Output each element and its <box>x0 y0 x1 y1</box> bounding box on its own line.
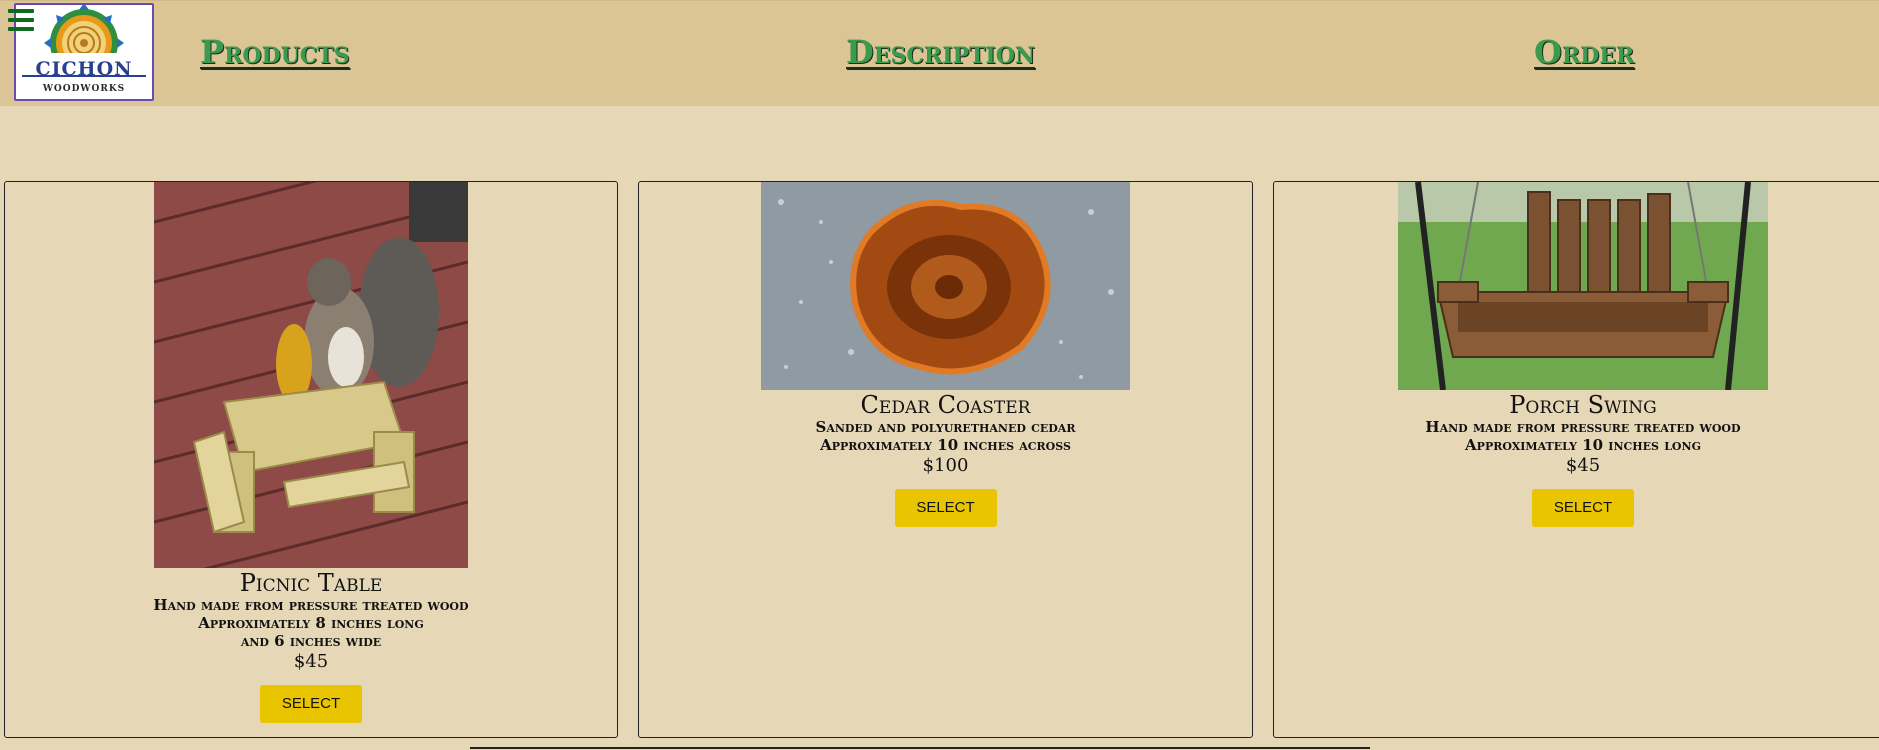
product-card-porch-swing: Porch Swing Hand made from pressure trea… <box>1273 181 1879 738</box>
logo-title: CICHON <box>35 58 133 80</box>
picnic-table-image <box>154 182 468 568</box>
product-title: Picnic Table <box>239 569 383 597</box>
product-description-line: Sanded and polyurethaned cedar <box>815 418 1076 436</box>
footer-divider <box>470 747 1370 749</box>
product-title: Cedar Coaster <box>860 391 1031 419</box>
product-description-line: and 6 inches wide <box>240 632 382 650</box>
select-button[interactable]: SELECT <box>894 489 997 527</box>
porch-swing-image <box>1398 182 1768 390</box>
product-description-line: Approximately 10 inches across <box>820 436 1071 454</box>
cedar-coaster-image <box>761 182 1130 390</box>
product-price: $45 <box>293 651 329 672</box>
product-price: $100 <box>922 455 969 476</box>
product-title: Porch Swing <box>1509 391 1657 419</box>
nav-description-link[interactable]: Description <box>846 33 1035 71</box>
site-logo[interactable]: CICHON WOODWORKS <box>14 3 154 101</box>
select-button[interactable]: SELECT <box>260 685 362 723</box>
logo-subtitle: WOODWORKS <box>42 84 126 94</box>
product-card-picnic-table: Picnic Table Hand made from pressure tre… <box>4 181 618 738</box>
product-description-line: Hand made from pressure treated wood <box>153 596 469 614</box>
product-card-cedar-coaster: Cedar Coaster Sanded and polyurethaned c… <box>638 181 1253 738</box>
product-description-line: Hand made from pressure treated wood <box>1425 418 1741 436</box>
product-description-line: Approximately 10 inches long <box>1465 436 1701 454</box>
product-description-line: Approximately 8 inches long <box>198 614 424 632</box>
nav-order-link[interactable]: Order <box>1534 33 1634 71</box>
select-button[interactable]: SELECT <box>1532 489 1634 527</box>
site-header: CICHON WOODWORKS Products Description Or… <box>0 0 1879 106</box>
hamburger-icon[interactable] <box>8 9 34 31</box>
product-price: $45 <box>1565 455 1601 476</box>
nav-products-link[interactable]: Products <box>200 33 350 71</box>
